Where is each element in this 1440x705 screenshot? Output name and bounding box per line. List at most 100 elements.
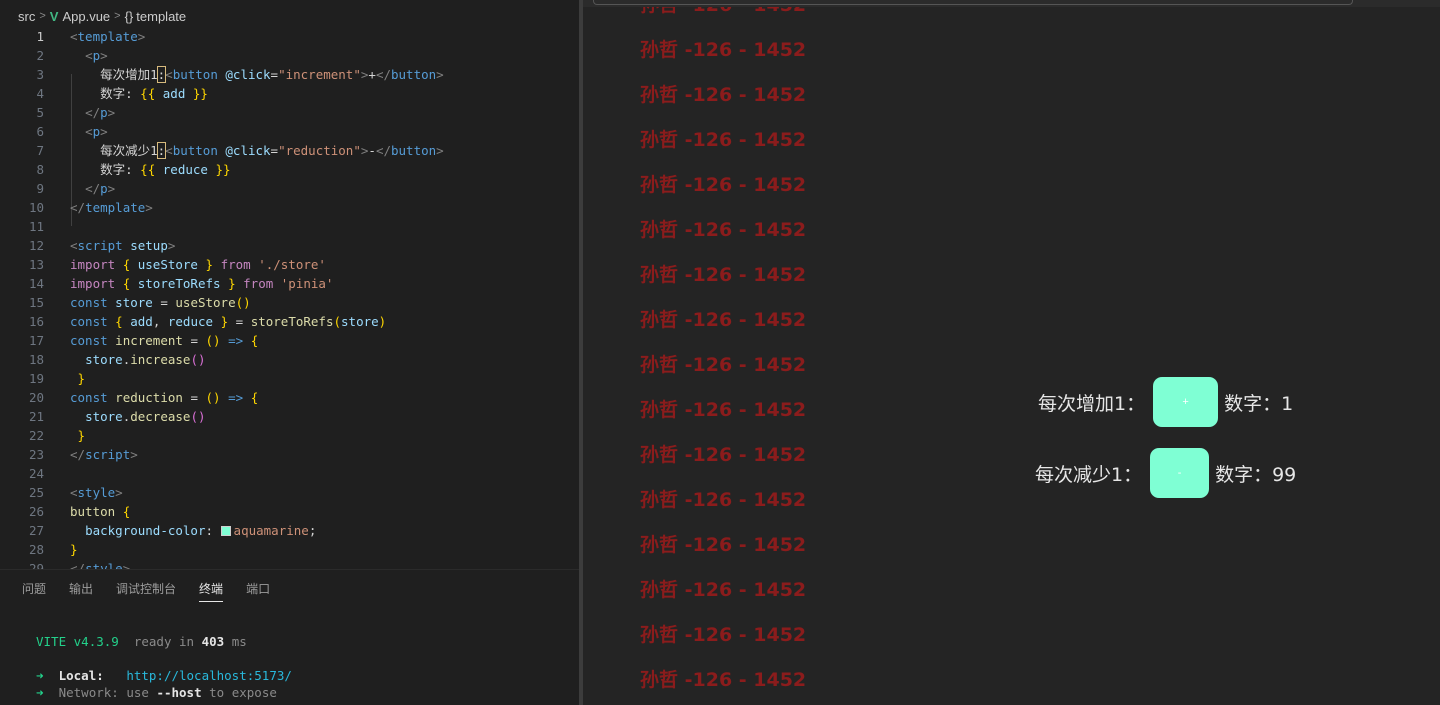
panel-tabs: 问题 输出 调试控制台 终端 端口 bbox=[22, 580, 293, 602]
line-number: 22 bbox=[28, 428, 44, 443]
code-line[interactable]: 9 </p> bbox=[0, 179, 579, 198]
watermark-text: 孙哲 -126 - 1452 bbox=[640, 309, 807, 331]
breadcrumb-folder[interactable]: src bbox=[18, 9, 35, 24]
line-text: 每次减少1:<button @click="reduction">-</butt… bbox=[100, 142, 444, 159]
watermark-text: 孙哲 -126 - 1452 bbox=[640, 669, 807, 691]
watermark-text: 孙哲 -126 - 1452 bbox=[640, 174, 807, 196]
tab-ports[interactable]: 端口 bbox=[246, 580, 270, 602]
code-line[interactable]: 15 const store = useStore() bbox=[0, 293, 579, 312]
code-area[interactable]: 1 <template> 2 <p> 3 每次增加1:<button @click="… bbox=[0, 27, 579, 569]
code-line[interactable]: 29 </style> bbox=[0, 559, 579, 569]
code-line[interactable]: 5 </p> bbox=[0, 103, 579, 122]
breadcrumb-file[interactable]: App.vue bbox=[62, 9, 110, 24]
code-line[interactable]: 3 每次增加1:<button @click="increment">+</bu… bbox=[0, 65, 579, 84]
line-number: 28 bbox=[28, 542, 44, 557]
watermark-text: 孙哲 -126 - 1452 bbox=[640, 354, 807, 376]
terminal-vite-line: VITE v4.3.9 ready in 403 ms bbox=[36, 634, 247, 649]
code-line[interactable]: 11 bbox=[0, 217, 579, 236]
code-line[interactable]: 4 数字: {{ add }} bbox=[0, 84, 579, 103]
browser-preview: 孙哲 -126 - 1452 孙哲 -126 - 1452 孙哲 -126 - 14… bbox=[583, 7, 1440, 705]
line-text: background-color: aquamarine; bbox=[85, 523, 317, 538]
code-line[interactable]: 27 background-color: aquamarine; bbox=[0, 521, 579, 540]
address-bar[interactable] bbox=[593, 0, 1353, 5]
code-line[interactable]: 28} bbox=[0, 540, 579, 559]
line-number: 5 bbox=[36, 105, 44, 120]
code-line[interactable]: 25 <style> bbox=[0, 483, 579, 502]
tab-terminal[interactable]: 终端 bbox=[199, 580, 224, 602]
line-number: 20 bbox=[28, 390, 44, 405]
line-text: </p> bbox=[85, 105, 116, 120]
tab-debug-console[interactable]: 调试控制台 bbox=[116, 580, 176, 602]
code-line[interactable]: 1 <template> bbox=[0, 27, 579, 46]
line-number: 17 bbox=[28, 333, 44, 348]
arrow-right-icon: ➜ bbox=[36, 685, 44, 700]
code-line[interactable]: 18 store.increase() bbox=[0, 350, 579, 369]
line-text: import { useStore } from './store' bbox=[70, 257, 326, 272]
code-line[interactable]: 20 const reduction = () => { bbox=[0, 388, 579, 407]
code-line[interactable]: 13 import { useStore } from './store' bbox=[0, 255, 579, 274]
watermark-text: 孙哲 -126 - 1452 bbox=[640, 489, 807, 511]
code-line[interactable]: 6 <p> bbox=[0, 122, 579, 141]
add-value: 数字：1 bbox=[1224, 392, 1294, 415]
chevron-right-icon: > bbox=[39, 10, 46, 22]
line-number: 1 bbox=[36, 29, 44, 44]
code-line[interactable]: 21 store.decrease() bbox=[0, 407, 579, 426]
line-number: 6 bbox=[36, 124, 44, 139]
increment-button[interactable]: + bbox=[1153, 377, 1219, 427]
line-number: 10 bbox=[28, 200, 44, 215]
vue-file-icon: V bbox=[49, 8, 59, 24]
line-number: 9 bbox=[36, 181, 44, 196]
line-number: 13 bbox=[28, 257, 44, 272]
line-text: 数字: {{ reduce }} bbox=[100, 162, 231, 177]
chevron-right-icon: > bbox=[114, 10, 121, 22]
code-line[interactable]: 10 </template> bbox=[0, 198, 579, 217]
line-number: 19 bbox=[28, 371, 44, 386]
line-text: <script setup> bbox=[70, 238, 176, 253]
breadcrumb-symbol[interactable]: template bbox=[136, 9, 186, 24]
line-text: const reduction = () => { bbox=[70, 390, 259, 405]
code-line[interactable]: 7 每次减少1:<button @click="reduction">-</bu… bbox=[0, 141, 579, 160]
line-text: store.decrease() bbox=[85, 409, 206, 424]
code-line[interactable]: 17 const increment = () => { bbox=[0, 331, 579, 350]
watermark-text: 孙哲 -126 - 1452 bbox=[640, 7, 806, 20]
watermark-text: 孙哲 -126 - 1452 bbox=[640, 264, 807, 286]
line-text: 数字: {{ add }} bbox=[100, 86, 208, 101]
line-number: 3 bbox=[36, 67, 44, 82]
code-line[interactable]: 26 button { bbox=[0, 502, 579, 521]
code-line[interactable]: 24 bbox=[0, 464, 579, 483]
increment-label: 每次增加1： bbox=[1038, 392, 1146, 415]
watermark-text: 孙哲 -126 - 1452 bbox=[640, 219, 807, 241]
code-line[interactable]: 12 <script setup> bbox=[0, 236, 579, 255]
code-line[interactable]: 16 const { add, reduce } = storeToRefs(st… bbox=[0, 312, 579, 331]
line-number: 29 bbox=[28, 561, 44, 569]
watermark-text: 孙哲 -126 - 1452 bbox=[640, 444, 807, 466]
watermark-text: 孙哲 -126 - 1452 bbox=[640, 579, 807, 601]
line-text: 每次增加1:<button @click="increment">+</butt… bbox=[100, 66, 444, 83]
reduction-button[interactable]: - bbox=[1150, 448, 1210, 498]
line-number: 2 bbox=[36, 48, 44, 63]
code-line[interactable]: 23 </script> bbox=[0, 445, 579, 464]
code-line[interactable]: 2 <p> bbox=[0, 46, 579, 65]
code-line[interactable]: 19 } bbox=[0, 369, 579, 388]
line-number: 11 bbox=[28, 219, 44, 234]
increment-row: 每次增加1： + 数字：1 bbox=[1038, 377, 1293, 427]
arrow-right-icon: ➜ bbox=[36, 668, 44, 683]
line-number: 23 bbox=[28, 447, 44, 462]
line-text: <template> bbox=[70, 29, 146, 44]
code-line[interactable]: 8 数字: {{ reduce }} bbox=[0, 160, 579, 179]
line-number: 21 bbox=[28, 409, 44, 424]
code-line[interactable]: 14 import { storeToRefs } from 'pinia' bbox=[0, 274, 579, 293]
code-line[interactable]: 22 } bbox=[0, 426, 579, 445]
terminal-network-line: ➜ Network: use --host to expose bbox=[36, 685, 277, 700]
line-text: } bbox=[70, 542, 78, 557]
line-number: 12 bbox=[28, 238, 44, 253]
tab-output[interactable]: 输出 bbox=[69, 580, 93, 602]
line-number: 18 bbox=[28, 352, 44, 367]
line-number: 8 bbox=[36, 162, 44, 177]
local-url-link[interactable]: http://localhost:5173/ bbox=[126, 668, 292, 683]
line-text: } bbox=[77, 428, 86, 443]
reduction-label: 每次减少1： bbox=[1035, 463, 1143, 486]
line-text: } bbox=[77, 371, 86, 386]
line-text: <p> bbox=[85, 124, 108, 139]
tab-problems[interactable]: 问题 bbox=[22, 580, 46, 602]
